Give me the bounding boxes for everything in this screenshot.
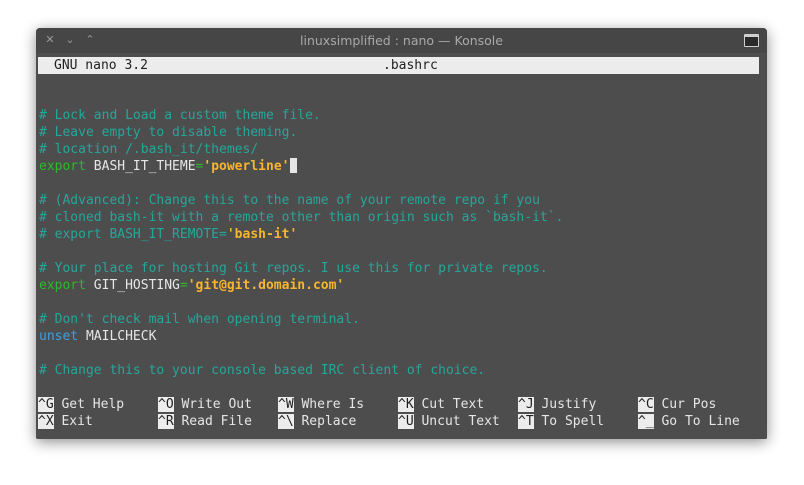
code-line-1: # Lock and Load a custom theme file.: [39, 108, 321, 123]
shortcut-key: ^W: [278, 397, 294, 412]
shortcut-where-is[interactable]: ^W Where Is: [278, 396, 364, 413]
shortcut-key: ^G: [38, 397, 54, 412]
shortcut-justify[interactable]: ^J Justify: [518, 396, 596, 413]
shortcut-label: Replace: [293, 414, 357, 429]
keyword-export: export: [39, 159, 86, 174]
shortcut-label: Cur Pos: [653, 397, 717, 412]
equals-sign: =: [179, 278, 188, 293]
code-line-16: # Change this to your console based IRC …: [39, 363, 486, 378]
nano-filename: .bashrc: [383, 58, 438, 73]
shortcut-cut-text[interactable]: ^K Cut Text: [398, 396, 484, 413]
shortcut-label: Where Is: [293, 397, 365, 412]
shortcut-uncut-text[interactable]: ^U Uncut Text: [398, 413, 500, 430]
window-title: linuxsimplified : nano — Konsole: [300, 33, 503, 48]
code-line-13: # Don't check mail when opening terminal…: [39, 312, 360, 327]
nano-version: GNU nano 3.2: [54, 58, 148, 73]
code-line-8: # export BASH_IT_REMOTE='bash-it': [39, 226, 297, 243]
nano-header-bar: GNU nano 3.2 .bashrc: [38, 57, 759, 74]
code-line-6: # (Advanced): Change this to the name of…: [39, 193, 540, 208]
shortcut-label: Go To Line: [653, 414, 740, 429]
title-bar[interactable]: ✕ ⌄ ⌃ linuxsimplified : nano — Konsole: [36, 28, 767, 53]
keyword-export: export: [39, 278, 86, 293]
shortcut-to-spell[interactable]: ^T To Spell: [518, 413, 604, 430]
shortcut-key: ^T: [518, 414, 534, 429]
code-line-7: # cloned bash-it with a remote other tha…: [39, 210, 564, 225]
shortcut-label: Read File: [173, 414, 252, 429]
code-line-14: unset MAILCHECK: [39, 328, 156, 345]
variable-name: MAILCHECK: [78, 329, 157, 344]
shortcut-cur-pos[interactable]: ^C Cur Pos: [638, 396, 716, 413]
shortcut-key: ^R: [158, 414, 174, 429]
keyword-unset: unset: [39, 329, 79, 344]
shortcut-label: Get Help: [53, 397, 125, 412]
code-line-4: export BASH_IT_THEME='powerline': [39, 158, 298, 175]
code-line-3: # location /.bash_it/themes/: [39, 142, 259, 157]
comment-text: # export BASH_IT_REMOTE=: [39, 227, 227, 242]
shortcut-key: ^_: [638, 414, 654, 429]
shortcut-label: Exit: [53, 414, 93, 429]
shortcut-key: ^C: [638, 397, 654, 412]
code-line-10: # Your place for hosting Git repos. I us…: [39, 261, 548, 276]
code-line-2: # Leave empty to disable theming.: [39, 125, 298, 140]
variable-name: GIT_HOSTING: [85, 278, 180, 293]
shortcut-exit[interactable]: ^X Exit: [38, 413, 93, 430]
shortcut-label: Uncut Text: [413, 414, 500, 429]
string-value: 'git@git.domain.com': [187, 278, 345, 293]
variable-name: BASH_IT_THEME: [85, 159, 196, 174]
shortcut-key: ^K: [398, 397, 414, 412]
terminal-area[interactable]: GNU nano 3.2 .bashrc # Lock and Load a c…: [36, 53, 767, 439]
shortcut-label: Cut Text: [413, 397, 485, 412]
string-value: 'powerline': [203, 159, 290, 174]
konsole-window: ✕ ⌄ ⌃ linuxsimplified : nano — Konsole G…: [36, 28, 767, 439]
text-cursor: [290, 158, 298, 173]
shortcut-read-file[interactable]: ^R Read File: [158, 413, 252, 430]
shortcut-key: ^X: [38, 414, 54, 429]
konsole-app-icon[interactable]: [744, 34, 759, 47]
shortcut-write-out[interactable]: ^O Write Out: [158, 396, 252, 413]
shortcut-key: ^O: [158, 397, 174, 412]
shortcut-key: ^J: [518, 397, 534, 412]
shortcut-key: ^\: [278, 414, 294, 429]
shortcut-label: Write Out: [173, 397, 252, 412]
shortcut-key: ^U: [398, 414, 414, 429]
shortcut-replace[interactable]: ^\ Replace: [278, 413, 356, 430]
code-line-11: export GIT_HOSTING='git@git.domain.com': [39, 277, 344, 294]
shortcut-label: Justify: [533, 397, 597, 412]
string-value: 'bash-it': [226, 227, 298, 242]
shortcut-get-help[interactable]: ^G Get Help: [38, 396, 124, 413]
shortcut-go-to-line[interactable]: ^_ Go To Line: [638, 413, 740, 430]
shortcut-label: To Spell: [533, 414, 605, 429]
